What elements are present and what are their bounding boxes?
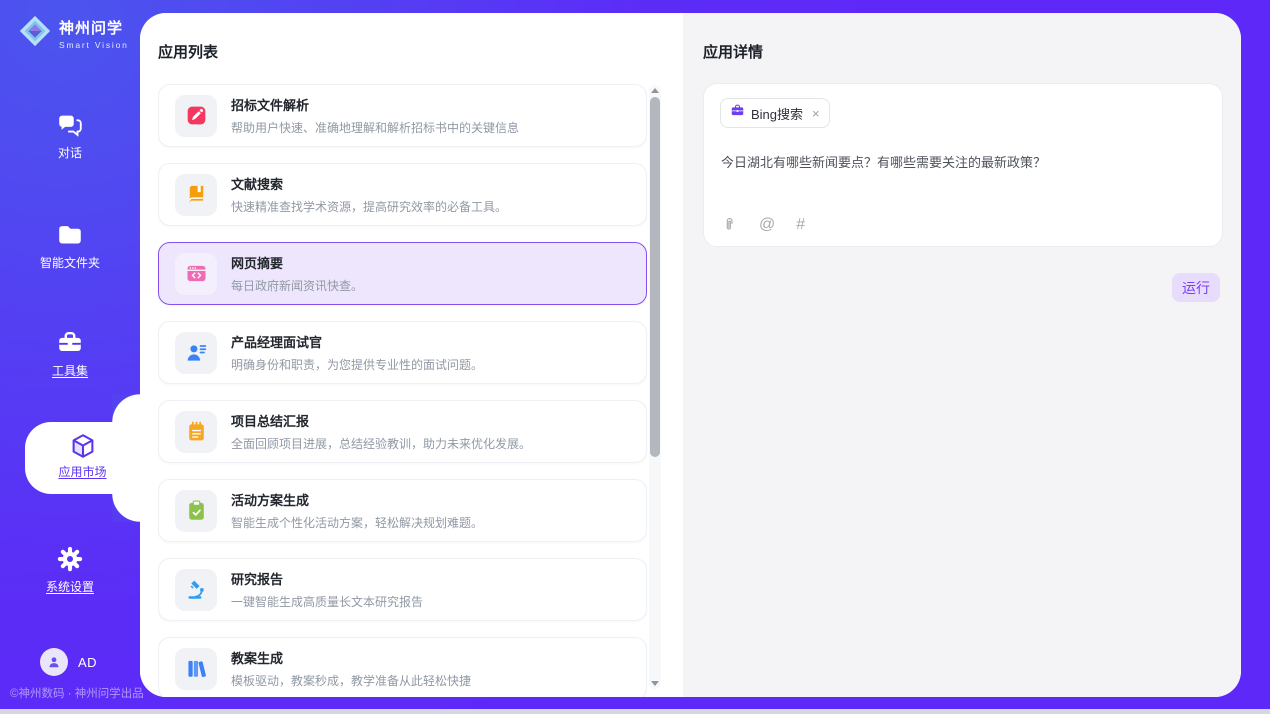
sidebar-item-app-market[interactable]: 应用市场 bbox=[25, 422, 140, 494]
app-title: 项目总结汇报 bbox=[231, 411, 531, 430]
app-card[interactable]: 招标文件解析帮助用户快速、准确地理解和解析招标书中的关键信息 bbox=[158, 84, 647, 147]
app-card[interactable]: 项目总结汇报全面回顾项目进展，总结经验教训，助力未来优化发展。 bbox=[158, 400, 647, 463]
main-panel: 应用列表 招标文件解析帮助用户快速、准确地理解和解析招标书中的关键信息文献搜索快… bbox=[140, 13, 1241, 697]
app-list-panel: 应用列表 招标文件解析帮助用户快速、准确地理解和解析招标书中的关键信息文献搜索快… bbox=[140, 13, 683, 697]
app-desc: 模板驱动，教案秒成，教学准备从此轻松快捷 bbox=[231, 672, 471, 689]
clipboard-check-icon bbox=[175, 490, 217, 532]
attachment-toolbar: @# bbox=[721, 216, 805, 233]
app-desc: 一键智能生成高质量长文本研究报告 bbox=[231, 593, 423, 610]
app-title: 文献搜索 bbox=[231, 174, 507, 193]
app-desc: 帮助用户快速、准确地理解和解析招标书中的关键信息 bbox=[231, 119, 519, 136]
app-title: 研究报告 bbox=[231, 569, 423, 588]
app-title: 教案生成 bbox=[231, 648, 471, 667]
book-icon bbox=[175, 174, 217, 216]
scrollbar[interactable] bbox=[649, 85, 661, 689]
app-desc: 明确身份和职责，为您提供专业性的面试问题。 bbox=[231, 356, 483, 373]
brand-tagline: Smart Vision bbox=[59, 40, 129, 50]
brand-logo: 神州问学 Smart Vision bbox=[18, 14, 129, 53]
person-icon bbox=[45, 653, 63, 671]
brand-diamond-icon bbox=[18, 14, 52, 53]
app-card[interactable]: 教案生成模板驱动，教案秒成，教学准备从此轻松快捷 bbox=[158, 637, 647, 697]
scrollbar-thumb[interactable] bbox=[650, 97, 660, 457]
app-card-list: 招标文件解析帮助用户快速、准确地理解和解析招标书中的关键信息文献搜索快速精准查找… bbox=[158, 84, 647, 697]
books-icon bbox=[175, 648, 217, 690]
sidebar-item-label: 应用市场 bbox=[25, 463, 140, 480]
run-button[interactable]: 运行 bbox=[1172, 273, 1220, 302]
sidebar-item-label: 工具集 bbox=[0, 362, 140, 379]
user-initials: AD bbox=[78, 655, 97, 670]
app-desc: 智能生成个性化活动方案，轻松解决规划难题。 bbox=[231, 514, 483, 531]
sidebar-item-label: 对话 bbox=[0, 144, 140, 161]
sidebar-item-smart-folders[interactable]: 智能文件夹 bbox=[0, 220, 140, 271]
sidebar-item-label: 系统设置 bbox=[0, 578, 140, 595]
folder-icon bbox=[0, 220, 140, 250]
tool-tag-label: Bing搜索 bbox=[751, 104, 803, 123]
bottom-edge-strip bbox=[0, 709, 1270, 714]
app-card[interactable]: 产品经理面试官明确身份和职责，为您提供专业性的面试问题。 bbox=[158, 321, 647, 384]
brand-name: 神州问学 bbox=[59, 17, 129, 38]
hash-icon[interactable]: # bbox=[796, 217, 805, 233]
app-detail-panel: 应用详情 Bing搜索 × 今日湖北有哪些新闻要点？有哪些需要关注的最新政策？ … bbox=[683, 13, 1241, 697]
user-row: AD bbox=[0, 648, 140, 678]
browser-code-icon bbox=[175, 253, 217, 295]
cube-icon bbox=[25, 422, 140, 461]
app-card[interactable]: 研究报告一键智能生成高质量长文本研究报告 bbox=[158, 558, 647, 621]
sidebar-item-label: 智能文件夹 bbox=[0, 254, 140, 271]
chat-icon bbox=[0, 110, 140, 140]
sidebar: 神州问学 Smart Vision 对话 智能文件夹 bbox=[0, 0, 140, 709]
app-title: 活动方案生成 bbox=[231, 490, 483, 509]
sidebar-item-toolset[interactable]: 工具集 bbox=[0, 328, 140, 379]
gear-icon bbox=[0, 544, 140, 574]
query-card: Bing搜索 × 今日湖北有哪些新闻要点？有哪些需要关注的最新政策？ @# bbox=[703, 83, 1223, 247]
scroll-up-icon[interactable] bbox=[651, 88, 659, 93]
copyright-footer: ©神州数码 · 神州问学出品 bbox=[10, 685, 144, 701]
query-text[interactable]: 今日湖北有哪些新闻要点？有哪些需要关注的最新政策？ bbox=[721, 153, 1208, 173]
toolbox-icon bbox=[0, 328, 140, 358]
microscope-icon bbox=[175, 569, 217, 611]
close-icon[interactable]: × bbox=[812, 106, 820, 121]
sidebar-item-chat[interactable]: 对话 bbox=[0, 110, 140, 161]
interviewer-icon bbox=[175, 332, 217, 374]
app-title: 产品经理面试官 bbox=[231, 332, 483, 351]
app-title: 网页摘要 bbox=[231, 253, 363, 272]
app-desc: 每日政府新闻资讯快查。 bbox=[231, 277, 363, 294]
active-tab-bottom-curve bbox=[112, 494, 140, 522]
app-desc: 全面回顾项目进展，总结经验教训，助力未来优化发展。 bbox=[231, 435, 531, 452]
app-list-title: 应用列表 bbox=[158, 41, 218, 62]
active-tab-top-curve bbox=[112, 394, 140, 422]
app-desc: 快速精准查找学术资源，提高研究效率的必备工具。 bbox=[231, 198, 507, 215]
app-detail-title: 应用详情 bbox=[703, 41, 763, 62]
app-card[interactable]: 网页摘要每日政府新闻资讯快查。 bbox=[158, 242, 647, 305]
pen-square-icon bbox=[175, 95, 217, 137]
app-card[interactable]: 文献搜索快速精准查找学术资源，提高研究效率的必备工具。 bbox=[158, 163, 647, 226]
tool-tag-bing-search[interactable]: Bing搜索 × bbox=[720, 98, 830, 128]
sidebar-item-settings[interactable]: 系统设置 bbox=[0, 544, 140, 595]
avatar[interactable] bbox=[40, 648, 68, 676]
app-title: 招标文件解析 bbox=[231, 95, 519, 114]
notepad-icon bbox=[175, 411, 217, 453]
paperclip-icon[interactable] bbox=[721, 216, 738, 233]
briefcase-icon bbox=[730, 103, 745, 123]
scroll-down-icon[interactable] bbox=[651, 681, 659, 686]
at-icon[interactable]: @ bbox=[759, 217, 775, 233]
app-card[interactable]: 活动方案生成智能生成个性化活动方案，轻松解决规划难题。 bbox=[158, 479, 647, 542]
